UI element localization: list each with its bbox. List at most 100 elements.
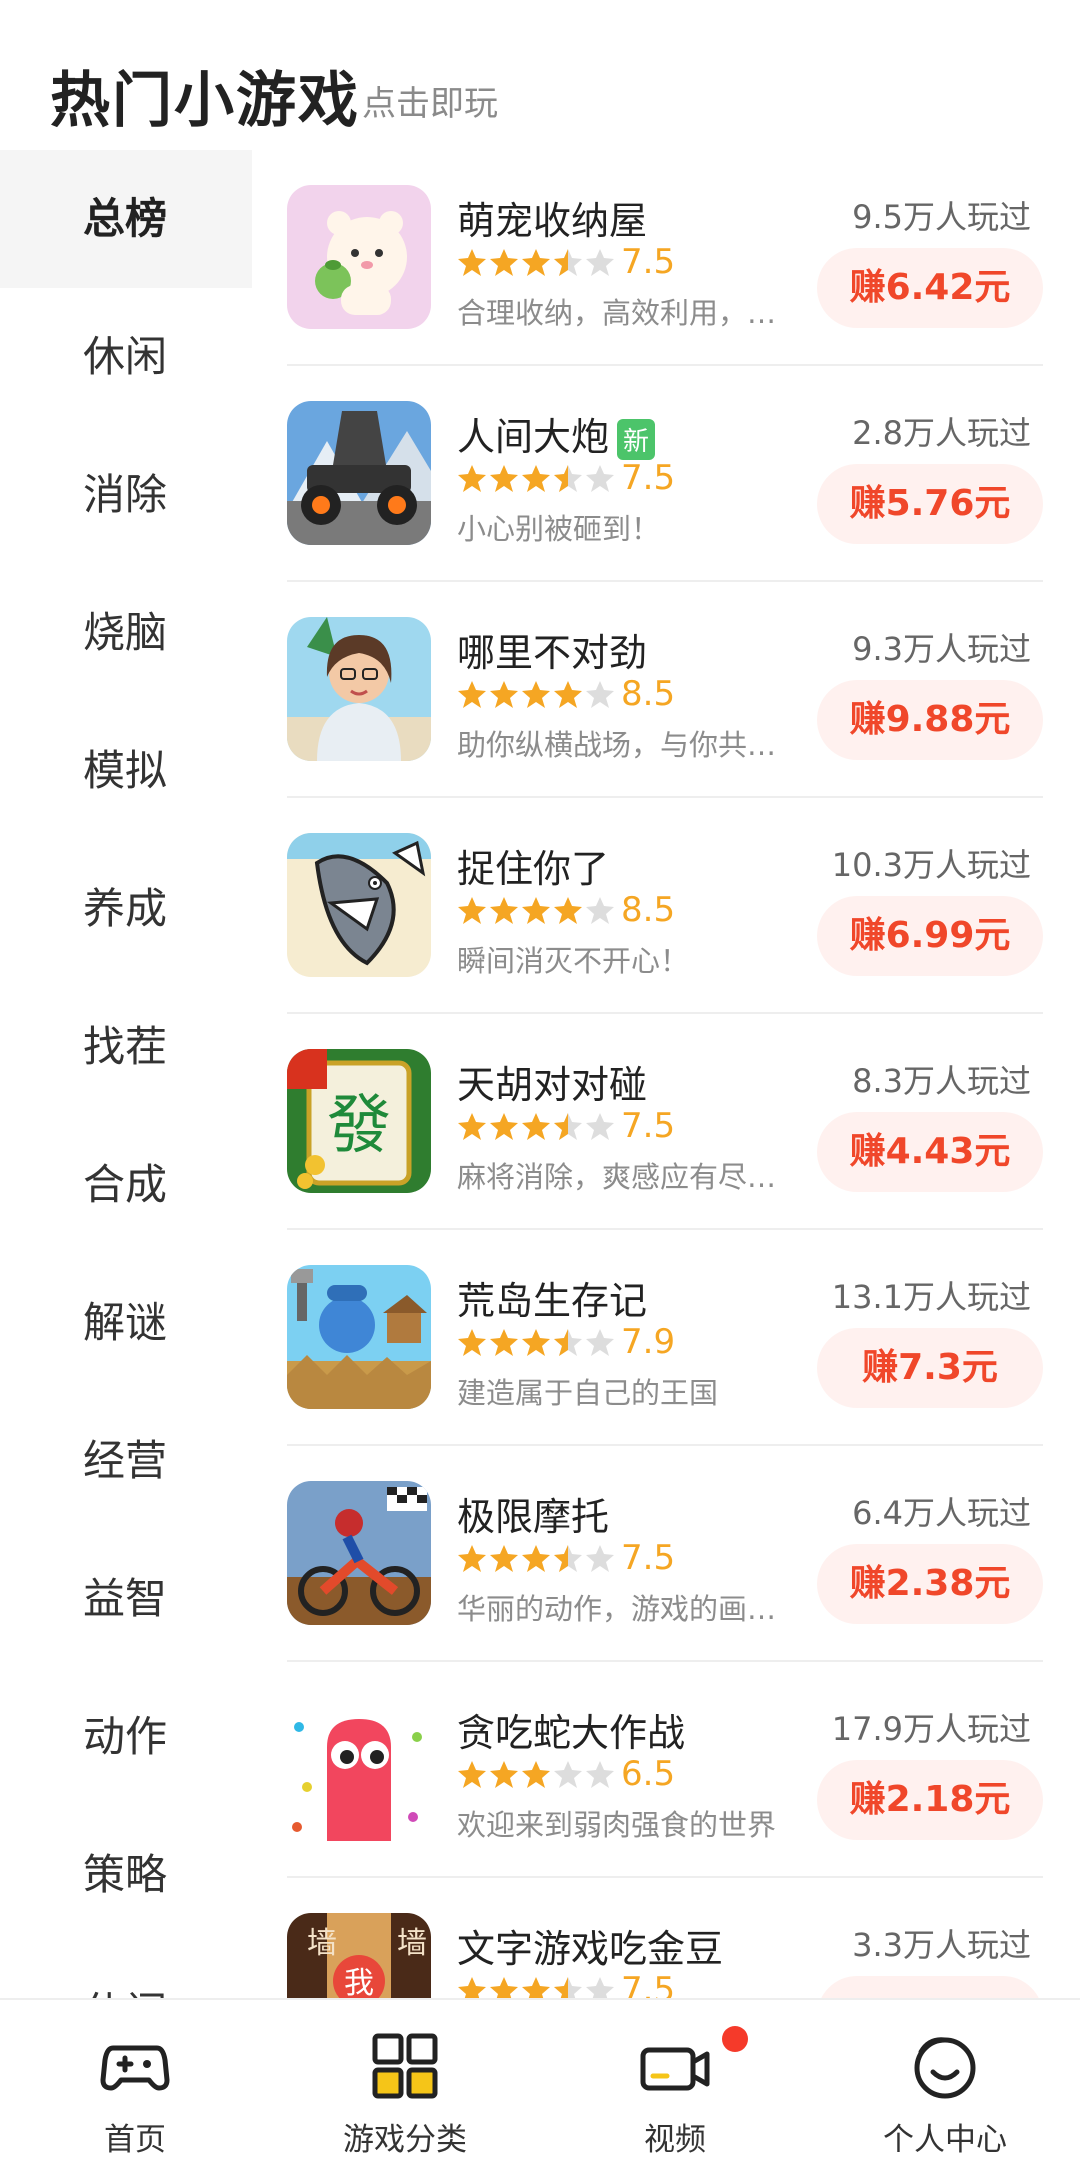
sidebar-item[interactable]: 总榜 <box>0 150 252 288</box>
game-name-text: 贪吃蛇大作战 <box>457 1711 686 1755</box>
star-rating <box>457 247 617 277</box>
star-rating <box>457 1111 617 1141</box>
tab-video[interactable]: 视频 <box>540 2000 810 2170</box>
game-row[interactable]: 發 天胡对对碰 7.5 麻将消除，爽感应有尽有！ 8.3万人玩过 赚4.43元 <box>287 1014 1043 1230</box>
star-icon <box>490 897 518 924</box>
sidebar-item[interactable]: 策略 <box>0 1806 252 1944</box>
star-icon <box>554 1977 582 1998</box>
game-row[interactable]: 捉住你了 8.5 瞬间消灭不开心！ 10.3万人玩过 赚6.99元 <box>287 798 1043 1014</box>
game-icon[interactable] <box>287 617 431 761</box>
sidebar-item[interactable]: 休闲 <box>0 1944 252 1998</box>
earn-button[interactable]: 赚2.18元 <box>817 1760 1043 1840</box>
star-icon <box>586 1329 614 1356</box>
sidebar-item[interactable]: 模拟 <box>0 702 252 840</box>
star-icon <box>522 465 550 492</box>
game-name: 贪吃蛇大作战 <box>457 1702 685 1757</box>
game-name: 人间大炮新 <box>457 406 656 461</box>
girl-portrait-icon <box>287 617 431 761</box>
svg-text:發: 發 <box>327 1089 391 1163</box>
star-icon <box>522 1113 550 1140</box>
new-badge: 新 <box>617 419 656 460</box>
game-icon[interactable] <box>287 185 431 329</box>
game-icon[interactable] <box>287 833 431 977</box>
star-icon <box>554 1545 582 1572</box>
star-icon <box>490 1977 518 1998</box>
sidebar-item[interactable]: 经营 <box>0 1392 252 1530</box>
rating: 7.5 <box>457 1970 675 1998</box>
sidebar-item[interactable]: 解谜 <box>0 1254 252 1392</box>
game-icon[interactable] <box>287 1481 431 1625</box>
game-name: 荒岛生存记 <box>457 1270 647 1325</box>
game-row[interactable]: 萌宠收纳屋 7.5 合理收纳，高效利用，… 9.5万人玩过 赚6.42元 <box>287 150 1043 366</box>
star-rating <box>457 1975 617 1998</box>
sidebar-item[interactable]: 合成 <box>0 1116 252 1254</box>
sidebar-item[interactable]: 养成 <box>0 840 252 978</box>
star-icon <box>586 465 614 492</box>
earn-button[interactable]: 赚4.43元 <box>817 1112 1043 1192</box>
svg-text:墙: 墙 <box>307 1926 337 1961</box>
rating-score: 7.9 <box>621 1322 676 1362</box>
game-name-text: 天胡对对碰 <box>457 1063 648 1107</box>
game-icon[interactable]: 墙 墙我 <box>287 1913 431 1998</box>
game-row[interactable]: 墙 墙我 文字游戏吃金豆 7.5 3.3万人玩过 <box>287 1878 1043 1998</box>
game-row[interactable]: 极限摩托 7.5 华丽的动作，游戏的画… 6.4万人玩过 赚2.38元 <box>287 1446 1043 1662</box>
game-description: 欢迎来到弱肉强食的世界 <box>457 1808 777 1842</box>
earn-button[interactable]: 赚6.99元 <box>817 896 1043 976</box>
tab-home[interactable]: 首页 <box>0 2000 270 2170</box>
svg-text:我: 我 <box>344 1966 374 1998</box>
star-rating <box>457 463 617 493</box>
game-icon[interactable] <box>287 1697 431 1841</box>
game-icon[interactable] <box>287 1265 431 1409</box>
game-row[interactable]: 贪吃蛇大作战 6.5 欢迎来到弱肉强食的世界 17.9万人玩过 赚2.18元 <box>287 1662 1043 1878</box>
game-name: 文字游戏吃金豆 <box>457 1918 723 1973</box>
star-icon <box>554 897 582 924</box>
game-row[interactable]: 哪里不对劲 8.5 助你纵横战场，与你共… 9.3万人玩过 赚9.88元 <box>287 582 1043 798</box>
star-icon <box>458 249 486 276</box>
tab-profile[interactable]: 个人中心 <box>810 2000 1080 2170</box>
earn-button[interactable]: 赚5.76元 <box>817 464 1043 544</box>
bottom-tabbar: 首页 游戏分类 视频 个人中心 <box>0 1998 1080 2170</box>
game-name: 哪里不对劲 <box>457 622 647 677</box>
sidebar-item[interactable]: 消除 <box>0 426 252 564</box>
star-rating <box>457 679 617 709</box>
game-row[interactable]: 荒岛生存记 7.9 建造属于自己的王国 13.1万人玩过赚7.3元 <box>287 1230 1043 1446</box>
rating: 7.5 <box>457 458 675 498</box>
sidebar-item[interactable]: 动作 <box>0 1668 252 1806</box>
earn-button[interactable]: 赚6.42元 <box>817 248 1043 328</box>
word-wall-icon: 墙 墙我 <box>287 1913 431 1998</box>
earn-button[interactable]: 赚2.38元 <box>817 1544 1043 1624</box>
tab-categories[interactable]: 游戏分类 <box>270 2000 540 2170</box>
game-row[interactable]: 人间大炮新 7.5 小心别被砸到！ 2.8万人玩过 赚5.76元 <box>287 366 1043 582</box>
rating: 6.5 <box>457 1754 675 1794</box>
earn-button[interactable]: 赚7.3元 <box>817 1328 1043 1408</box>
earn-button[interactable]: 赚9.88元 <box>817 680 1043 760</box>
star-icon <box>522 1761 550 1788</box>
game-icon[interactable]: 發 <box>287 1049 431 1193</box>
game-description: 建造属于自己的王国 <box>457 1376 719 1410</box>
tab-label: 首页 <box>104 2122 166 2158</box>
sidebar-item[interactable]: 休闲 <box>0 288 252 426</box>
star-icon <box>586 897 614 924</box>
sidebar-item[interactable]: 益智 <box>0 1530 252 1668</box>
rating: 8.5 <box>457 674 675 714</box>
star-icon <box>490 1761 518 1788</box>
rating: 7.5 <box>457 1538 675 1578</box>
rating-score: 8.5 <box>621 674 676 714</box>
star-rating <box>457 895 617 925</box>
earn-button[interactable] <box>817 1976 1043 1998</box>
rating-score: 7.5 <box>621 458 676 498</box>
category-sidebar: 总榜休闲消除烧脑模拟养成找茬合成解谜经营益智动作策略休闲 <box>0 150 252 1998</box>
tab-label: 个人中心 <box>883 2122 1007 2158</box>
star-icon <box>554 1113 582 1140</box>
rating: 7.5 <box>457 1106 675 1146</box>
sidebar-item[interactable]: 烧脑 <box>0 564 252 702</box>
sidebar-item[interactable]: 找茬 <box>0 978 252 1116</box>
game-icon[interactable] <box>287 401 431 545</box>
star-icon <box>554 681 582 708</box>
star-icon <box>490 1545 518 1572</box>
play-count: 13.1万人玩过 <box>831 1278 1031 1316</box>
rating: 8.5 <box>457 890 675 930</box>
shark-icon <box>287 833 431 977</box>
star-icon <box>458 1761 486 1788</box>
play-count: 10.3万人玩过 <box>831 846 1031 884</box>
